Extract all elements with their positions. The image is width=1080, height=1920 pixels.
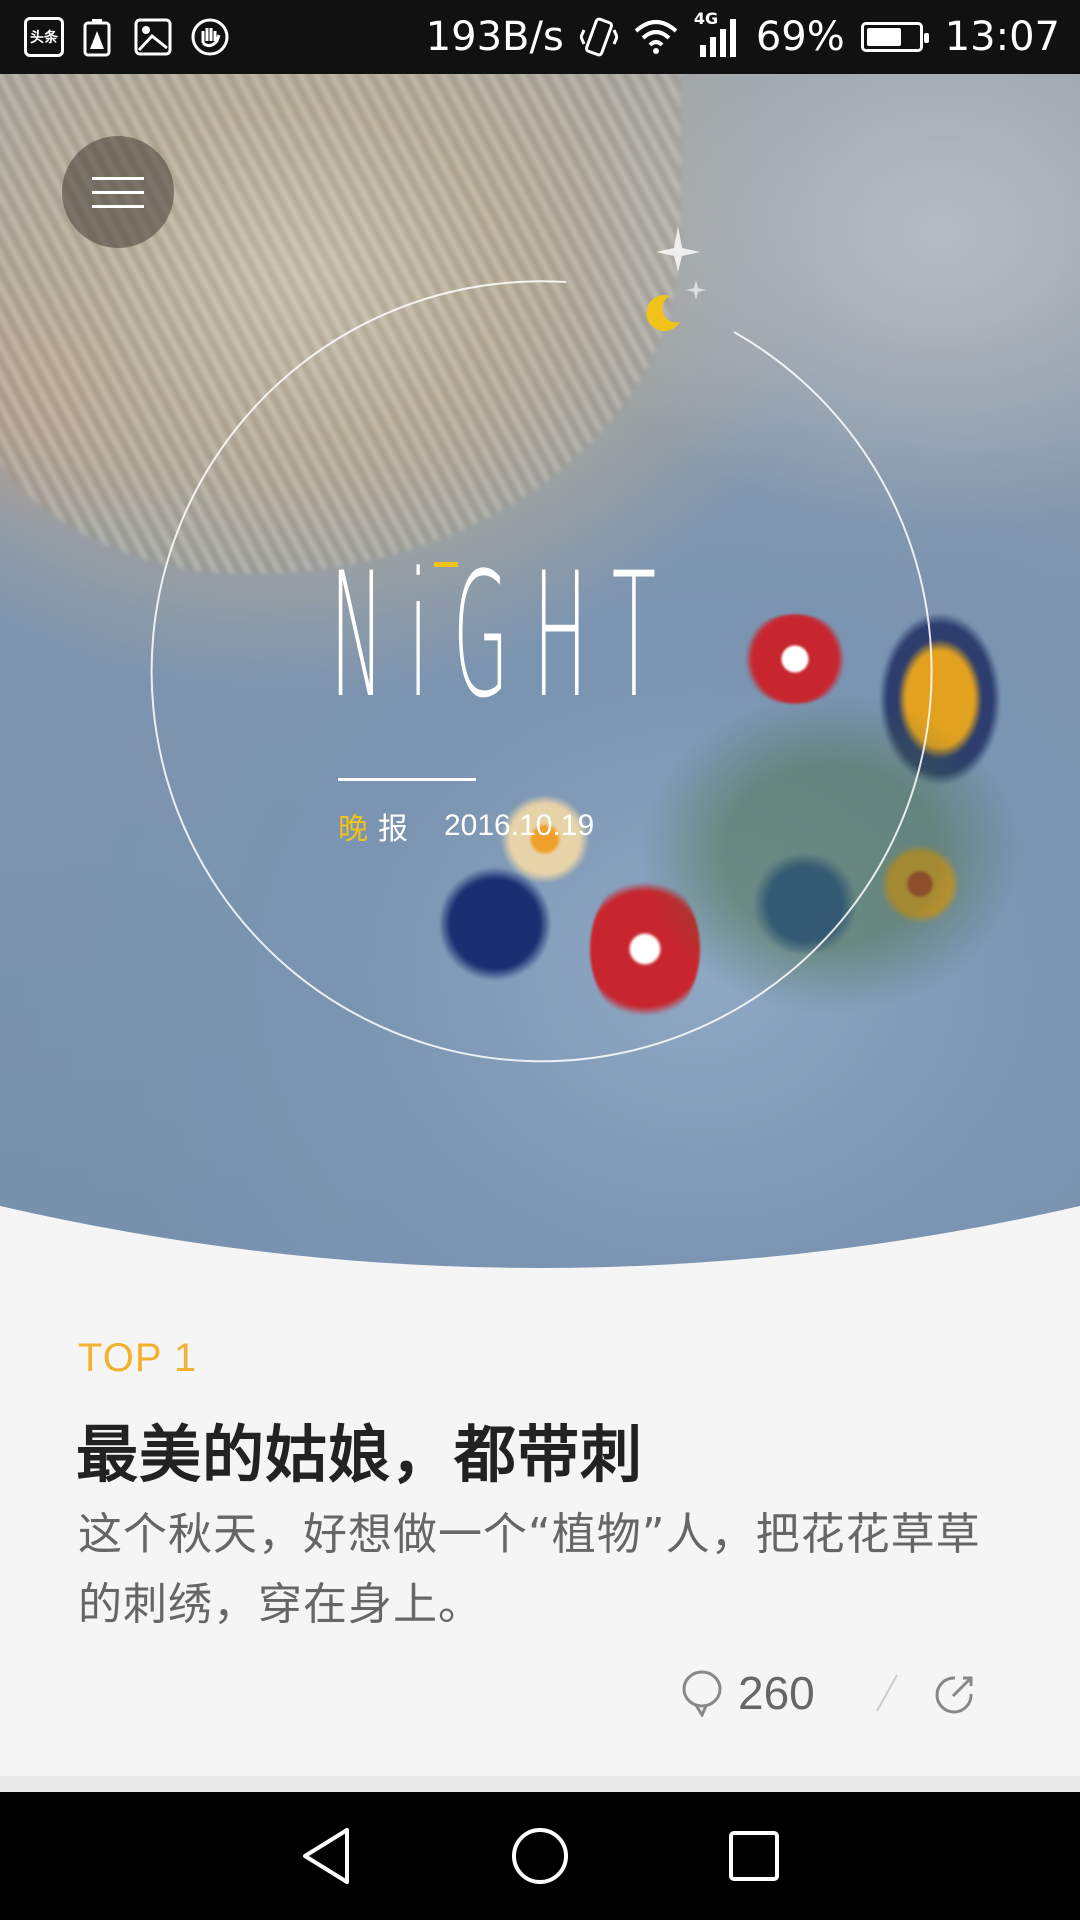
- net-speed: 193B/s: [425, 14, 564, 60]
- status-bar: 头条 193B/s 4G 69% 13:07: [0, 0, 1080, 74]
- image-icon: [134, 18, 172, 56]
- home-button[interactable]: [508, 1824, 572, 1888]
- signal-icon: 4G: [694, 9, 740, 59]
- sparkle-icon: [656, 226, 700, 272]
- moon-icon: [646, 295, 680, 332]
- caption-rest: 报: [378, 812, 408, 847]
- vibrate-icon: [579, 17, 618, 57]
- article-summary: 这个秋天，好想做一个“植物”人，把花花草草的刺绣，穿在身上。: [78, 1509, 981, 1630]
- back-triangle-icon: [303, 1828, 349, 1884]
- article-card[interactable]: TOP 1 最美的姑娘，都带刺 这个秋天，好想做一个“植物”人，把花花草草的刺绣…: [0, 1274, 1080, 1774]
- status-notification-icons: 头条: [24, 17, 230, 57]
- comment-count: 260: [738, 1667, 815, 1719]
- comment-bubble-icon[interactable]: [680, 1669, 724, 1717]
- card-bottom-strip: [0, 1776, 1080, 1792]
- night-underline: [338, 778, 476, 781]
- clock: 13:07: [944, 14, 1060, 60]
- hero-caption: 晚 报 2016.10.19: [338, 804, 594, 848]
- status-system-icons: 193B/s 4G 69% 13:07: [425, 9, 1060, 60]
- system-navigation-bar: [0, 1792, 1080, 1920]
- article-title[interactable]: 最美的姑娘，都带刺: [76, 1404, 643, 1494]
- night-i-dot-accent: [434, 562, 458, 567]
- battery-icon: [860, 22, 929, 52]
- hand-icon: [191, 18, 229, 56]
- share-icon[interactable]: [933, 1672, 975, 1714]
- divider-slash: [875, 1674, 898, 1712]
- menu-button[interactable]: [62, 136, 174, 248]
- recents-button[interactable]: [722, 1824, 786, 1888]
- toutiao-app-icon: 头条: [24, 17, 64, 57]
- rank-label: TOP 1: [78, 1336, 198, 1380]
- wifi-icon: [634, 20, 678, 54]
- battery-warning-icon: [83, 19, 111, 57]
- issue-date: 2016.10.19: [444, 809, 595, 842]
- night-brand-word: NiGHT: [330, 535, 681, 736]
- home-circle-icon: [512, 1828, 568, 1884]
- battery-percent: 69%: [755, 14, 845, 60]
- recents-square-icon: [729, 1831, 779, 1881]
- article-meta: 260: [680, 1666, 975, 1720]
- hamburger-menu-icon: [92, 166, 144, 219]
- battery-level-fill: [866, 28, 902, 46]
- back-button[interactable]: [294, 1824, 358, 1888]
- caption-highlight: 晚: [338, 812, 368, 847]
- sparkle-small-icon: [686, 280, 706, 300]
- hero-bottom-curve: [0, 1206, 1080, 1290]
